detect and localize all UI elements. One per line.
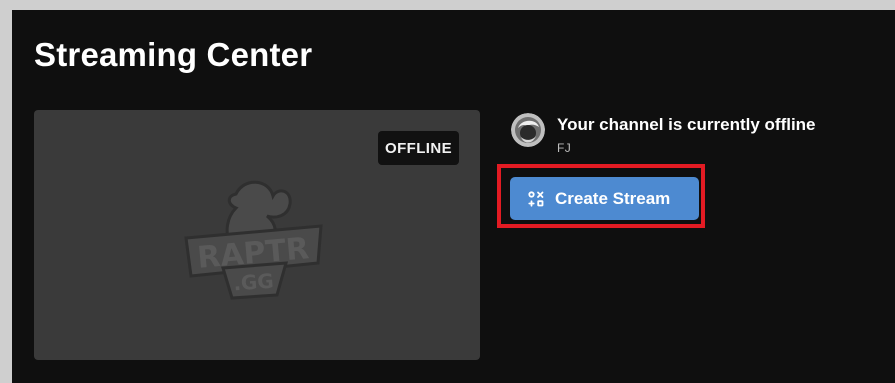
raptr-gg-logo: RAPTR .GG (174, 172, 334, 302)
create-stream-button[interactable]: Create Stream (510, 177, 699, 220)
create-stream-label: Create Stream (555, 188, 671, 208)
stream-grid-icon (527, 190, 545, 208)
svg-text:.GG: .GG (233, 269, 275, 296)
page-title: Streaming Center (34, 36, 313, 73)
stream-preview: OFFLINE RAPTR .GG (34, 110, 480, 360)
channel-name: FJ (557, 141, 572, 155)
channel-status-text: Your channel is currently offline (557, 115, 816, 134)
streaming-center-panel: Streaming Center OFFLINE RAPTR .GG Your … (12, 10, 895, 383)
channel-info: Your channel is currently offline FJ (508, 108, 868, 168)
avatar (511, 113, 545, 147)
offline-status-badge: OFFLINE (378, 131, 459, 165)
